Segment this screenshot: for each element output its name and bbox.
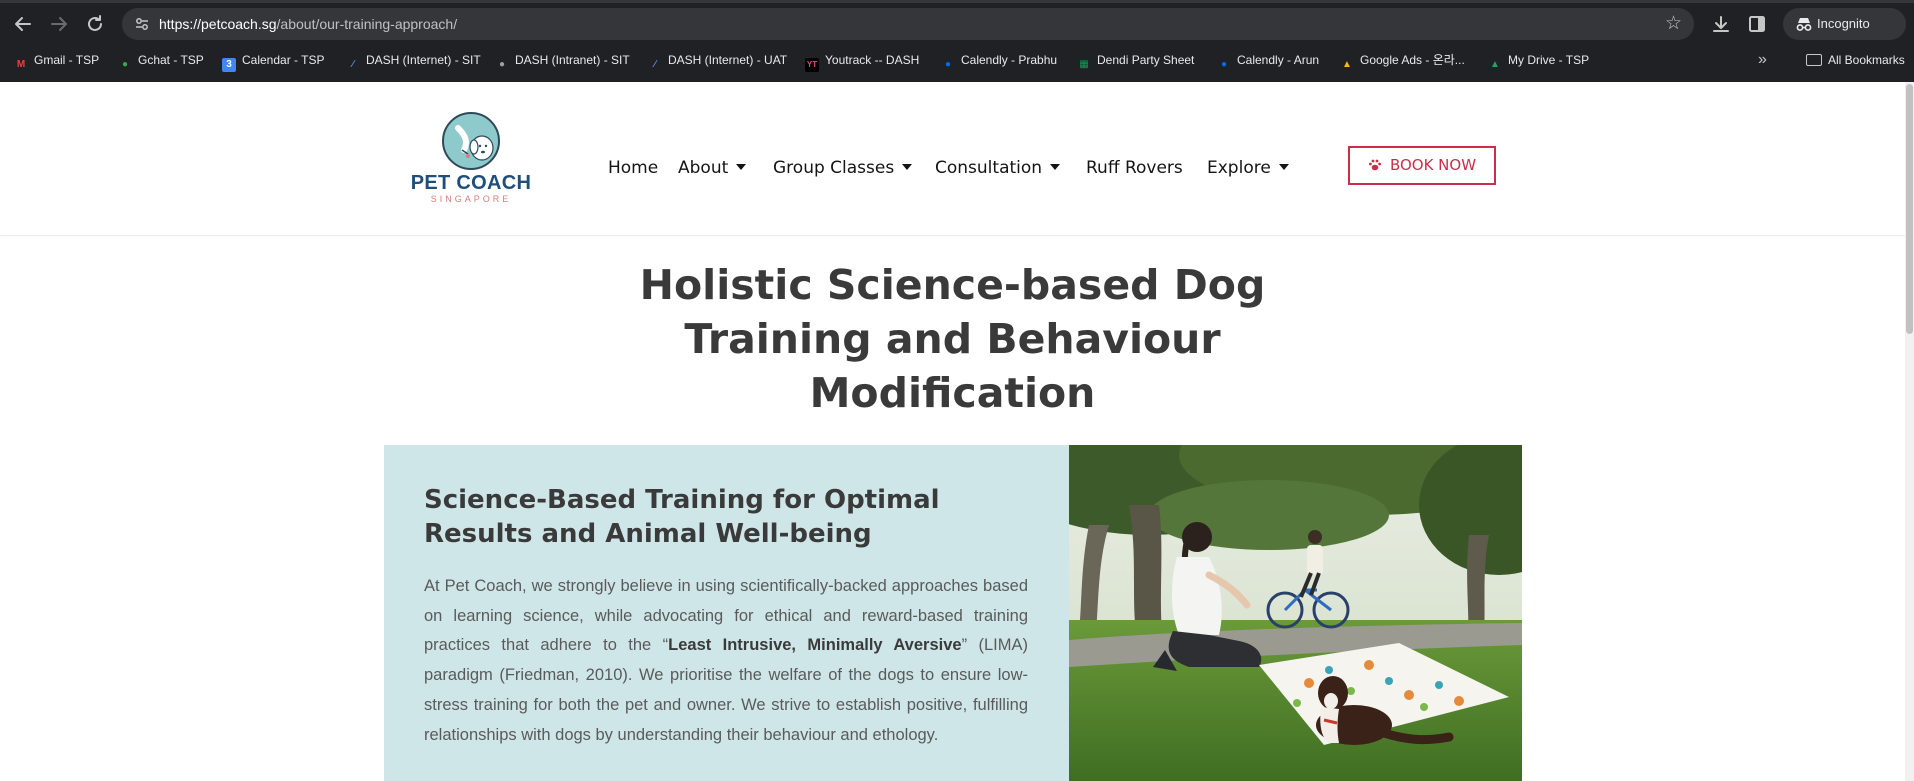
bookmark-star-icon[interactable]: ☆ [1665,12,1682,36]
bookmark-item[interactable]: ∕ DASH (Internet) - SIT [346,48,481,72]
bookmark-item[interactable]: ▲ Google Ads - 온라... [1340,48,1465,72]
url-text[interactable]: https://petcoach.sg/about/our-training-a… [159,8,457,40]
lima-emphasis: Least Intrusive, Minimally Aversive [668,636,962,655]
nav-item-label: Group Classes [773,158,895,178]
nav-item-label: Consultation [935,158,1043,178]
bookmark-item[interactable]: ▦ Dendi Party Sheet [1077,48,1194,72]
site-info-icon[interactable] [134,16,150,32]
gchat-icon: ● [121,59,129,70]
side-panel-button[interactable] [1745,12,1769,36]
bookmark-label: Google Ads - 온라... [1360,53,1465,67]
panel-heading-line-1: Science-Based Training for Optimal [424,485,940,515]
reload-icon [88,15,102,31]
bookmark-label: DASH (Internet) - UAT [668,53,788,67]
bookmark-label: Gmail - TSP [34,53,100,67]
url-host: https://petcoach.sg [159,16,277,32]
back-button[interactable] [11,12,35,36]
nav-item-about[interactable]: About [678,155,747,181]
all-bookmarks-button[interactable]: All Bookmarks [1806,48,1905,72]
book-now-label: BOOK NOW [1389,156,1477,174]
tab-strip-edge [0,0,1914,3]
bookmark-item[interactable]: ▲ My Drive - TSP [1488,48,1589,72]
bookmarks-overflow-icon[interactable]: » [1758,48,1767,72]
book-now-button[interactable]: BOOK NOW [1348,146,1496,185]
address-bar[interactable]: https://petcoach.sg/about/our-training-a… [122,8,1694,40]
arrow-left-icon [15,17,31,31]
bookmark-item[interactable]: ● Calendly - Prabhu [941,48,1057,72]
scrollbar-thumb[interactable] [1906,84,1913,334]
bookmark-label: Calendly - Arun [1237,53,1320,67]
approach-paragraph: At Pet Coach, we strongly believe in usi… [424,572,1028,750]
browser-chrome: https://petcoach.sg/about/our-training-a… [0,0,1914,82]
bookmarks-bar: M Gmail - TSP ● Gchat - TSP 3 Calendar - TSP ∕… [0,48,1914,72]
site-logo[interactable]: PET COACH SINGAPORE [410,112,532,204]
nav-item-consultation[interactable]: Consultation [935,155,1061,181]
download-icon [1713,16,1729,32]
bookmark-item[interactable]: 3 Calendar - TSP [222,48,324,72]
nav-item-explore[interactable]: Explore [1207,155,1289,181]
bookmark-label: Youtrack -- DASH [825,53,920,67]
bookmark-label: Dendi Party Sheet [1097,53,1195,67]
url-path: /about/our-training-approach/ [276,16,458,32]
incognito-icon [1796,18,1812,31]
nav-item-home[interactable]: Home [608,155,658,181]
page-title: Holistic Science-based Dog Training and … [600,258,1305,420]
page-title-line-2: Training and Behaviour [684,315,1221,363]
forward-button[interactable] [47,12,71,36]
page-title-line-1: Holistic Science-based Dog [639,261,1266,309]
logo-name: PET COACH [410,172,532,194]
panel-heading: Science-Based Training for Optimal Resul… [424,483,984,551]
nav-item-label: Explore [1207,158,1271,178]
youtrack-icon: YT [805,58,819,72]
training-photo [1069,445,1522,781]
bookmark-item[interactable]: ∕ DASH (Internet) - UAT [648,48,787,72]
nav-item-label: Ruff Rovers [1086,158,1183,178]
globe-icon: ● [498,59,506,70]
bookmark-item[interactable]: ● DASH (Intranet) - SIT [495,48,630,72]
dash-icon: ∕ [352,59,354,70]
bookmark-label: My Drive - TSP [1508,53,1590,67]
caret-down-icon [902,164,913,170]
calendly-icon: ● [1220,59,1228,70]
incognito-indicator[interactable]: Incognito [1783,8,1906,40]
calendar-icon: 3 [222,58,236,72]
bookmark-item[interactable]: ● Gchat - TSP [118,48,204,72]
sheets-icon: ▦ [1079,59,1089,70]
nav-item-label: Home [608,158,659,178]
logo-subtitle: SINGAPORE [430,194,512,204]
bookmark-label: DASH (Internet) - SIT [366,53,481,67]
caret-down-icon [1050,164,1061,170]
caret-down-icon [736,164,747,170]
download-button[interactable] [1709,12,1733,36]
nav-item-ruff-rovers[interactable]: Ruff Rovers [1086,155,1183,181]
bookmark-item[interactable]: ● Calendly - Arun [1217,48,1319,72]
bookmark-label: Calendly - Prabhu [961,53,1058,67]
caret-down-icon [1278,164,1289,170]
dash-icon: ∕ [654,59,656,70]
page-title-line-3: Modification [809,369,1096,417]
bookmark-item[interactable]: M Gmail - TSP [14,48,99,72]
side-panel-icon [1749,16,1765,32]
gmail-icon: M [16,59,26,70]
bookmark-label: Gchat - TSP [138,53,204,67]
drive-icon: ▲ [1490,59,1500,70]
bookmark-item[interactable]: YT Youtrack -- DASH [805,48,919,72]
bookmark-label: Calendar - TSP [242,53,325,67]
google-ads-icon: ▲ [1342,59,1352,70]
logo-badge-icon [442,112,500,170]
nav-item-group-classes[interactable]: Group Classes [773,155,913,181]
incognito-label: Incognito [1817,16,1870,31]
paw-icon [1368,159,1381,171]
nav-item-label: About [678,158,729,178]
panel-heading-line-2: Results and Animal Well-being [424,519,872,549]
reload-button[interactable] [83,12,107,36]
bookmark-label: DASH (Intranet) - SIT [515,53,630,67]
arrow-right-icon [51,17,67,31]
folder-icon [1806,54,1822,66]
calendly-icon: ● [944,59,952,70]
training-photo-illustration [1069,445,1522,781]
page-scrollbar[interactable] [1905,82,1914,781]
approach-panel: Science-Based Training for Optimal Resul… [384,445,1070,781]
all-bookmarks-label: All Bookmarks [1828,53,1905,67]
